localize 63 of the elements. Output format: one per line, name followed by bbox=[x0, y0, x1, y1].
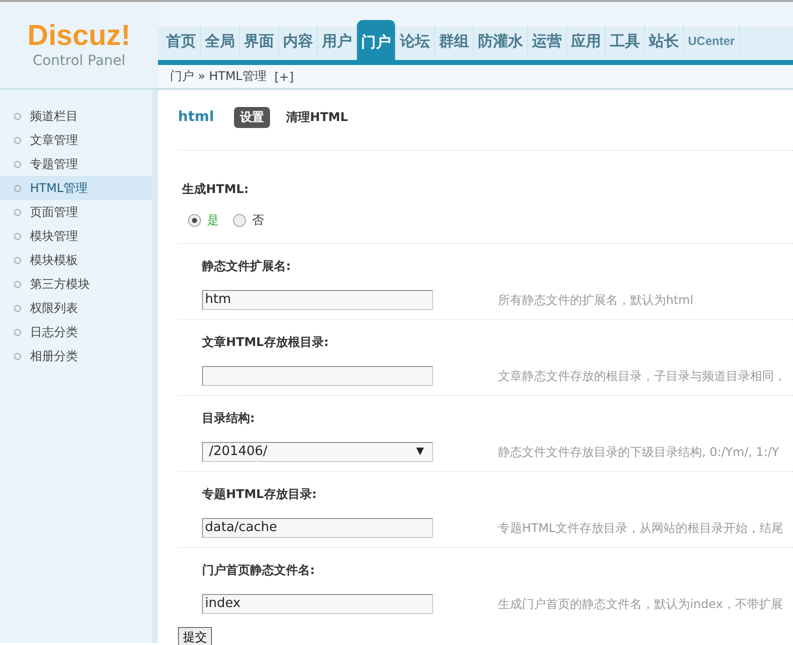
nav-tab[interactable]: 工具 bbox=[606, 24, 645, 58]
sidebar-item[interactable]: 文章管理 bbox=[0, 128, 152, 152]
nav-tab[interactable]: 界面 bbox=[240, 24, 279, 58]
bullet-icon bbox=[14, 136, 21, 144]
sidebar-item[interactable]: 专题管理 bbox=[0, 152, 152, 176]
radio-button[interactable] bbox=[188, 214, 201, 227]
field-label: 静态文件扩展名: bbox=[202, 259, 291, 273]
field-hint: 专题HTML文件存放目录，从网站的根目录开始，结尾 bbox=[498, 520, 784, 536]
page-tab[interactable]: 设置 bbox=[234, 106, 270, 128]
field-label: 生成HTML: bbox=[182, 182, 249, 196]
dropdown-arrow-icon: ▼ bbox=[416, 443, 424, 461]
field-hint: 静态文件文件存放目录的下级目录结构, 0:/Ym/, 1:/Y bbox=[498, 444, 780, 460]
field-label: 专题HTML存放目录: bbox=[202, 487, 317, 501]
bullet-icon bbox=[14, 352, 21, 360]
field-label: 目录结构: bbox=[202, 411, 255, 425]
page-tab[interactable]: 清理HTML bbox=[280, 106, 354, 128]
bullet-icon bbox=[14, 256, 21, 264]
field-hint: 所有静态文件的扩展名，默认为html bbox=[498, 292, 694, 308]
nav-tab[interactable]: 全局 bbox=[201, 24, 240, 58]
nav-tab[interactable]: 首页 bbox=[162, 24, 201, 58]
input-field[interactable]: htm bbox=[202, 290, 433, 310]
input-field[interactable]: data/cache bbox=[202, 518, 433, 538]
nav-tab[interactable]: 论坛 bbox=[396, 24, 435, 58]
nav-tab[interactable]: 防灌水 bbox=[474, 24, 528, 58]
nav-tab[interactable]: 应用 bbox=[567, 24, 606, 58]
sidebar-item[interactable]: 第三方模块 bbox=[0, 272, 152, 296]
input-field[interactable]: index bbox=[202, 594, 433, 614]
sidebar-item[interactable]: 页面管理 bbox=[0, 200, 152, 224]
field-label: 门户首页静态文件名: bbox=[202, 563, 315, 577]
sidebar-item[interactable]: HTML管理 bbox=[0, 176, 152, 200]
nav-tab[interactable]: 群组 bbox=[435, 24, 474, 58]
sidebar-item[interactable]: 频道栏目 bbox=[0, 104, 152, 128]
logo-name: Discuz! bbox=[27, 20, 131, 52]
bullet-icon bbox=[14, 304, 21, 312]
bullet-icon bbox=[14, 112, 21, 120]
bullet-icon bbox=[14, 208, 21, 216]
bullet-icon bbox=[14, 328, 21, 336]
radio-button[interactable] bbox=[233, 214, 246, 227]
radio-label: 是 bbox=[207, 212, 219, 229]
submit-button[interactable]: 提交 bbox=[178, 627, 212, 645]
field-label: 文章HTML存放根目录: bbox=[202, 335, 329, 349]
bullet-icon bbox=[14, 232, 21, 240]
bullet-icon bbox=[14, 184, 21, 192]
nav-tab[interactable]: 站长 bbox=[645, 24, 684, 58]
bullet-icon bbox=[14, 160, 21, 168]
nav-tab[interactable]: 门户 bbox=[357, 20, 396, 60]
select-field[interactable]: /201406/ ▼ bbox=[202, 442, 433, 462]
breadcrumb: 门户 » HTML管理 bbox=[170, 68, 266, 85]
input-field[interactable] bbox=[202, 366, 433, 386]
nav-tab[interactable]: 运营 bbox=[528, 24, 567, 58]
page-title: html bbox=[178, 109, 214, 125]
sidebar-item[interactable]: 相册分类 bbox=[0, 344, 152, 368]
bullet-icon bbox=[14, 280, 21, 288]
nav-tab[interactable]: 内容 bbox=[279, 24, 318, 58]
sidebar-item[interactable]: 权限列表 bbox=[0, 296, 152, 320]
logo-subtitle: Control Panel bbox=[32, 52, 126, 70]
sidebar-item[interactable]: 日志分类 bbox=[0, 320, 152, 344]
field-hint: 生成门户首页的静态文件名，默认为index，不带扩展 bbox=[498, 596, 783, 612]
add-link[interactable]: [+] bbox=[274, 70, 294, 84]
sidebar-item[interactable]: 模块模板 bbox=[0, 248, 152, 272]
radio-label: 否 bbox=[252, 212, 264, 229]
field-hint: 文章静态文件存放的根目录，子目录与频道目录相同， bbox=[498, 368, 786, 384]
sidebar-item[interactable]: 模块管理 bbox=[0, 224, 152, 248]
